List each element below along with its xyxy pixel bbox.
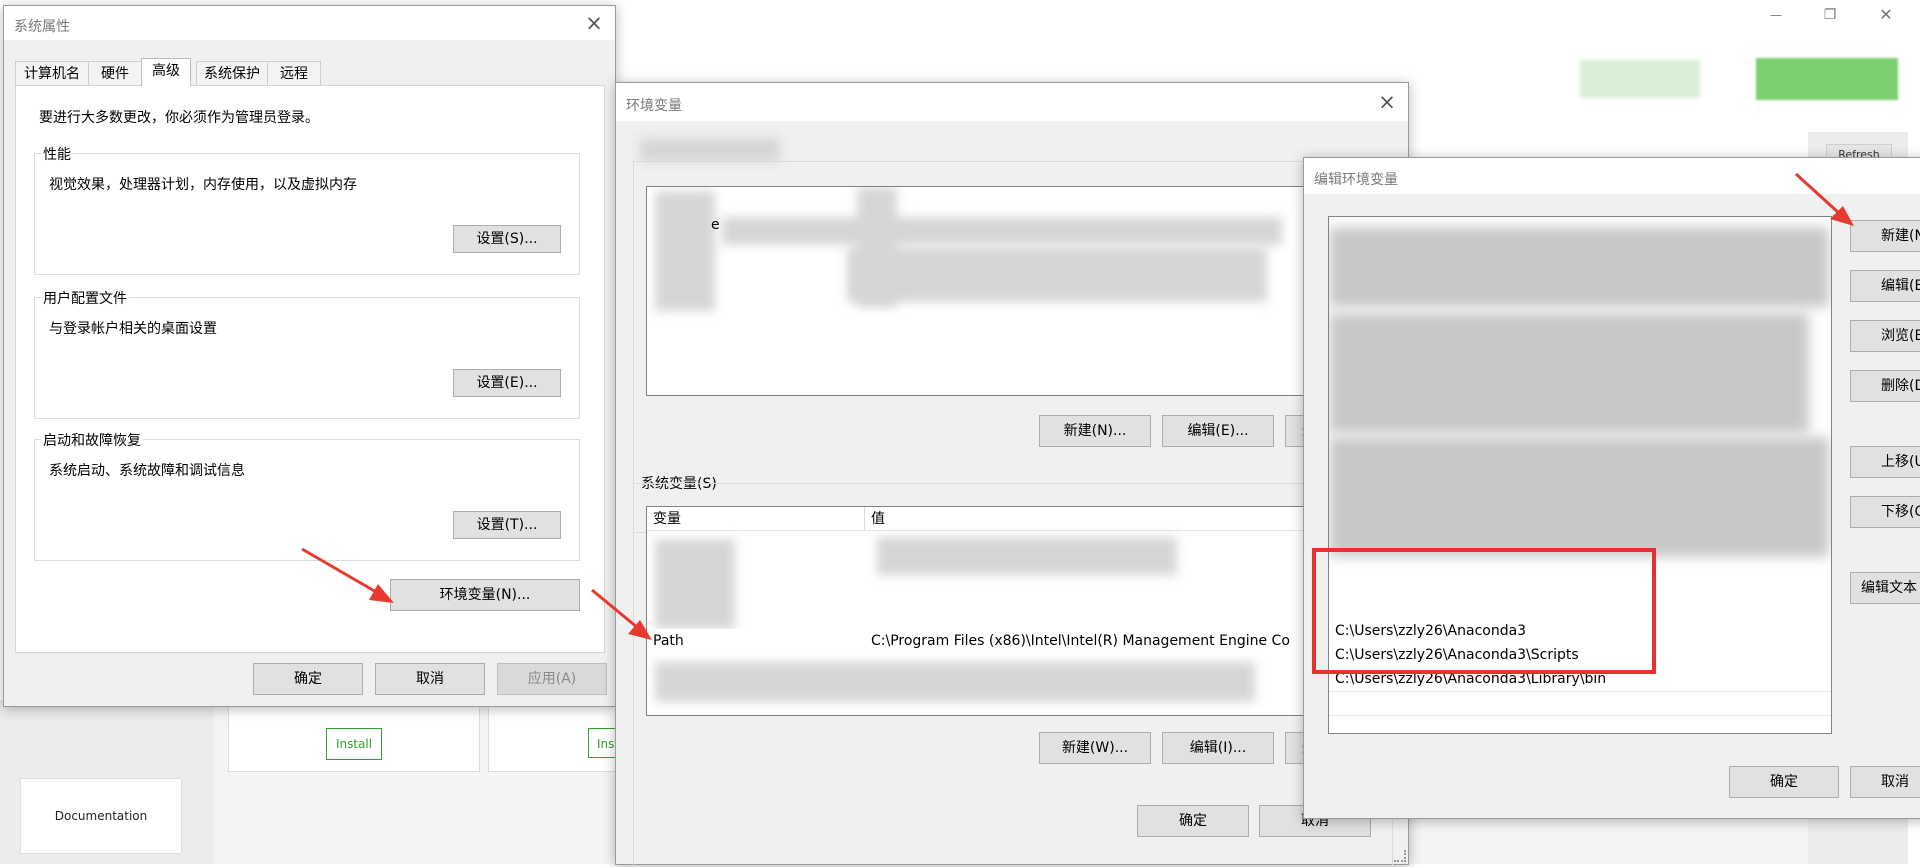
arrow-to-env-button <box>301 547 394 603</box>
arrow-to-path-row <box>591 588 652 640</box>
tab-advanced[interactable]: 高级 <box>141 58 191 86</box>
arrow-to-new-button <box>1794 172 1854 226</box>
annotation-arrows <box>301 172 1854 640</box>
